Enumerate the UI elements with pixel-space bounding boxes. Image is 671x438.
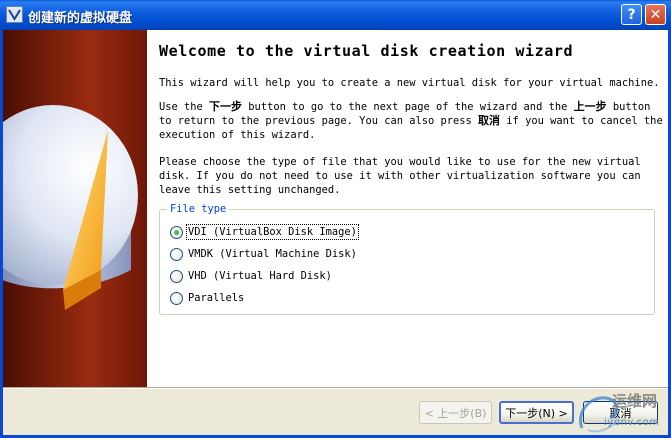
radio-option-vmdk[interactable]: VMDK (Virtual Machine Disk)	[170, 247, 357, 261]
button-bar: < 上一步(B) 下一步(N) > 取消	[3, 387, 668, 435]
wizard-heading: Welcome to the virtual disk creation wiz…	[159, 42, 574, 60]
file-type-group: File type VDI (VirtualBox Disk Image) VM…	[159, 203, 655, 315]
radio-button[interactable]	[170, 225, 183, 239]
wizard-banner-image	[3, 30, 147, 388]
radio-label: VMDK (Virtual Machine Disk)	[188, 248, 357, 260]
file-type-legend: File type	[167, 203, 230, 215]
radio-label: VHD (Virtual Hard Disk)	[188, 270, 332, 282]
intro-text: This wizard will help you to create a ne…	[159, 77, 660, 89]
radio-label: Parallels	[188, 292, 245, 304]
radio-option-vhd[interactable]: VHD (Virtual Hard Disk)	[170, 269, 332, 283]
title-bar[interactable]: 创建新的虚拟硬盘 ? ✕	[0, 0, 671, 30]
radio-option-vdi[interactable]: VDI (VirtualBox Disk Image)	[170, 224, 359, 240]
radio-button[interactable]	[170, 247, 183, 261]
window-title: 创建新的虚拟硬盘	[28, 11, 133, 26]
next-button[interactable]: 下一步(N) >	[499, 401, 574, 424]
app-icon	[6, 6, 23, 23]
back-button[interactable]: < 上一步(B)	[419, 401, 492, 424]
choose-instructions: Please choose the type of file that you …	[159, 156, 641, 196]
help-button[interactable]: ?	[621, 4, 642, 25]
close-button[interactable]: ✕	[645, 4, 666, 25]
radio-label: VDI (VirtualBox Disk Image)	[186, 224, 359, 240]
wizard-content: Welcome to the virtual disk creation wiz…	[147, 30, 668, 388]
radio-option-parallels[interactable]: Parallels	[170, 291, 244, 305]
cancel-button[interactable]: 取消	[583, 401, 658, 424]
radio-button[interactable]	[170, 269, 183, 283]
radio-button[interactable]	[170, 291, 183, 305]
disk-graphic	[3, 105, 138, 310]
navigation-instructions: Use the 下一步 button to go to the next pag…	[159, 100, 663, 141]
